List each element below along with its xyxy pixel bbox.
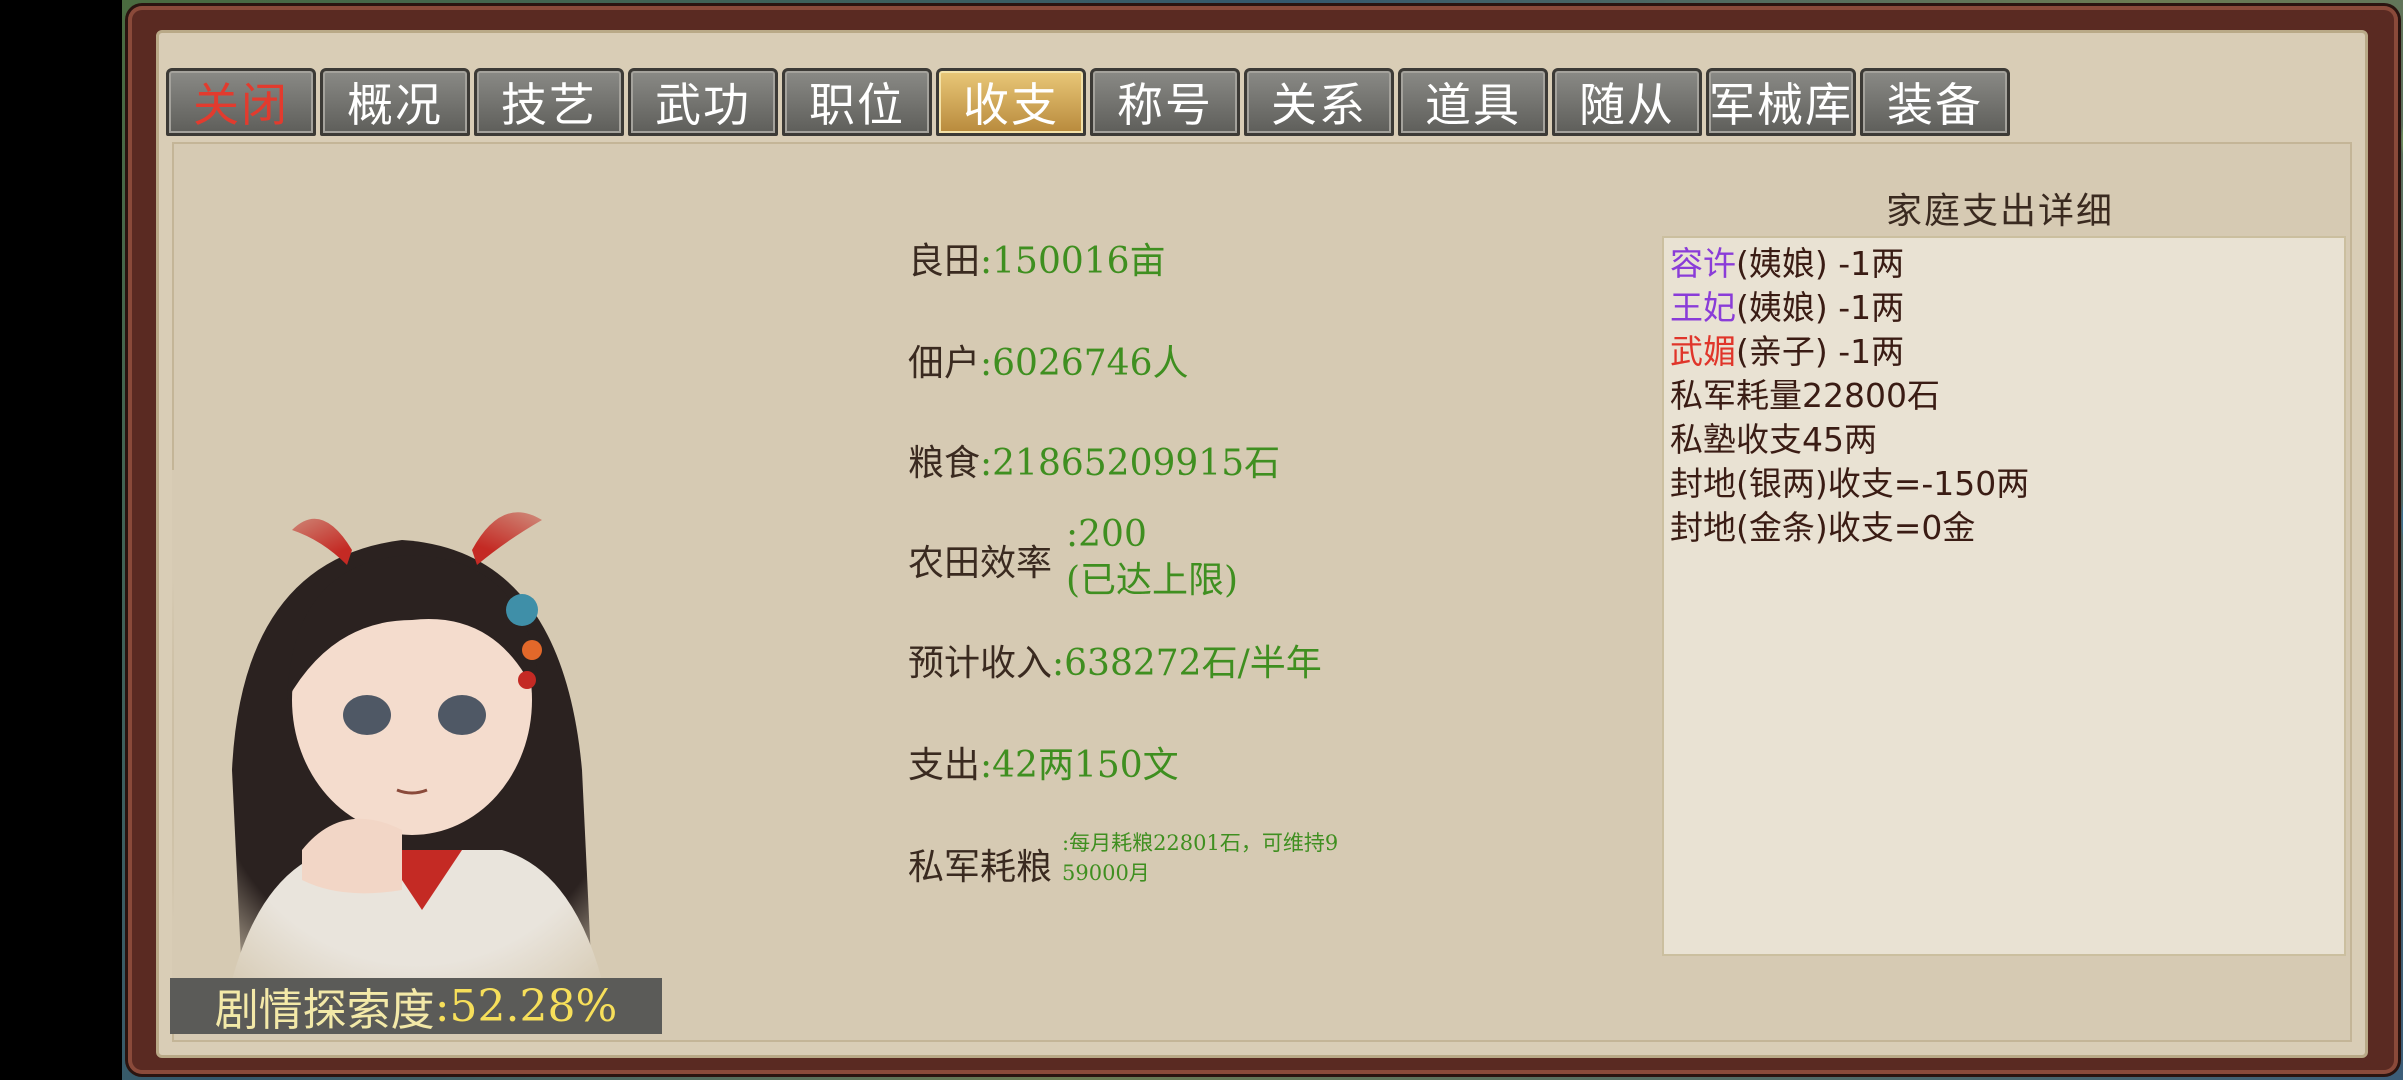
stat-expense: 支出:42两150文	[908, 736, 1179, 788]
tab-equipment[interactable]: 装备	[1860, 68, 2010, 136]
member-name: 武媚	[1670, 332, 1736, 371]
stat-army: 私军耗粮	[908, 838, 1052, 890]
stat-grain: 粮食:21865209915石	[908, 434, 1280, 486]
tab-martial[interactable]: 武功	[628, 68, 778, 136]
stat-army-value: :每月耗粮22801石，可维持9 59000月	[1062, 828, 1392, 888]
efficiency-value: :200	[1066, 514, 1147, 555]
list-item: 私塾收支45两	[1670, 420, 1877, 459]
stat-label: 农田效率	[908, 543, 1053, 584]
expense-detail-list: 容许(姨娘) -1两 王妃(姨娘) -1两 武媚(亲子) -1两 私军耗量228…	[1662, 236, 2346, 956]
explore-label: 剧情探索度	[214, 985, 435, 1036]
stat-label: 支出	[908, 745, 981, 786]
explore-value: :52.28%	[434, 980, 618, 1032]
tab-position[interactable]: 职位	[782, 68, 932, 136]
stat-efficiency-value: :200 (已达上限)	[1066, 512, 1238, 604]
list-item: 武媚(亲子) -1两	[1670, 330, 2344, 374]
stat-efficiency: 农田效率	[908, 534, 1052, 586]
tab-overview[interactable]: 概况	[320, 68, 470, 136]
stat-label: 私军耗粮	[908, 847, 1053, 888]
list-item: 私军耗量22800石	[1670, 376, 1940, 415]
tab-items[interactable]: 道具	[1398, 68, 1548, 136]
stat-tenants: 佃户:6026746人	[908, 334, 1188, 386]
tab-finance[interactable]: 收支	[936, 68, 1086, 136]
list-item: 封地(银两)收支=-150两	[1670, 464, 2030, 503]
member-expense: (姨娘) -1两	[1736, 288, 1905, 327]
list-item: 容许(姨娘) -1两	[1670, 242, 2344, 286]
stat-value: :6026746人	[980, 343, 1189, 384]
tab-bar: 关闭 概况 技艺 武功 职位 收支 称号 关系 道具 随从 军械库 装备	[166, 68, 2014, 138]
member-name: 王妃	[1670, 288, 1736, 327]
stat-value: :42两150文	[980, 745, 1179, 786]
army-line-2: 59000月	[1062, 861, 1150, 885]
member-name: 容许	[1670, 244, 1736, 283]
efficiency-note: (已达上限)	[1066, 560, 1239, 601]
stat-value: :150016亩	[980, 241, 1166, 282]
stat-label: 粮食	[908, 443, 981, 484]
tab-relations[interactable]: 关系	[1244, 68, 1394, 136]
tab-close[interactable]: 关闭	[166, 68, 316, 136]
character-portrait	[172, 470, 662, 980]
stat-value: :638272石/半年	[1052, 643, 1322, 684]
army-line-1: :每月耗粮22801石，可维持9	[1062, 831, 1339, 855]
list-item: 王妃(姨娘) -1两	[1670, 286, 2344, 330]
tab-armory[interactable]: 军械库	[1706, 68, 1856, 136]
tab-titles[interactable]: 称号	[1090, 68, 1240, 136]
tab-followers[interactable]: 随从	[1552, 68, 1702, 136]
letterbox-left	[0, 0, 122, 1080]
member-expense: (亲子) -1两	[1736, 332, 1905, 371]
stat-label: 良田	[908, 241, 981, 282]
member-expense: (姨娘) -1两	[1736, 244, 1905, 283]
list-item: 封地(金条)收支=0金	[1670, 508, 1976, 547]
stat-label: 预计收入	[908, 643, 1053, 684]
expense-detail-title: 家庭支出详细	[1886, 191, 2115, 232]
stat-income: 预计收入:638272石/半年	[908, 634, 1322, 686]
stat-fields: 良田:150016亩	[908, 232, 1166, 284]
story-progress-bar: 剧情探索度:52.28%	[170, 978, 662, 1036]
tab-skills[interactable]: 技艺	[474, 68, 624, 136]
stat-value: :21865209915石	[980, 443, 1281, 484]
stat-label: 佃户	[908, 343, 981, 384]
